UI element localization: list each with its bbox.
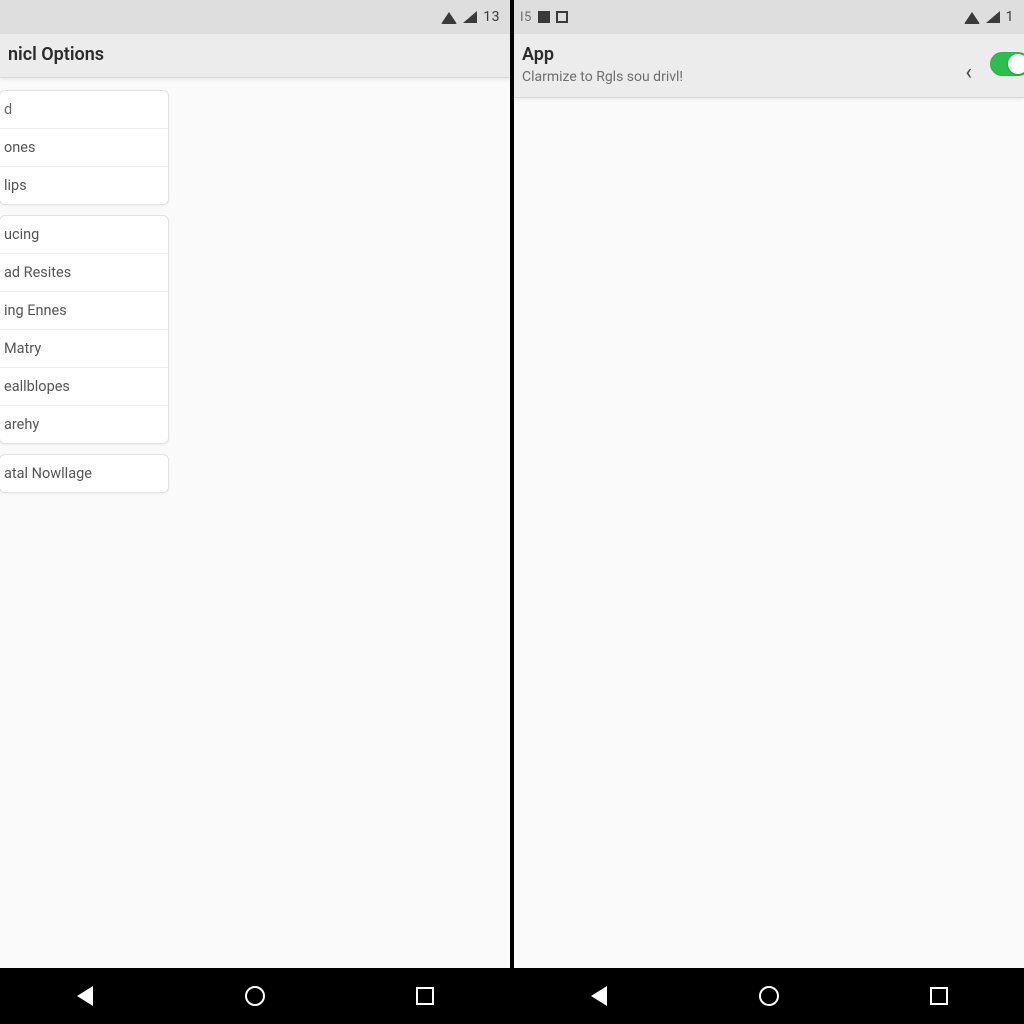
content-area[interactable] [514,98,1024,968]
app-bar: nicl Options [0,34,510,78]
notification-icon [556,11,568,23]
right-screenshot: I5 1 App Clarmize to Rgls sou drivl! ‹ [514,0,1024,1024]
settings-card: ucing ad Resites ing Ennes Matry eallblo… [0,215,169,444]
list-item[interactable]: ing Ennes [0,291,168,329]
wifi-icon [441,12,457,24]
status-icons: 1 [964,9,1014,25]
status-icons: 13 [441,9,500,25]
status-left: I5 [520,10,568,25]
status-clock: 13 [483,9,500,25]
list-item[interactable]: ad Resites [0,253,168,291]
navigation-bar [514,968,1024,1024]
notification-icon [538,11,550,23]
recents-square-icon [930,987,948,1005]
nav-recents-button[interactable] [403,974,447,1018]
status-bar: I5 1 [514,0,1024,34]
status-clock: 1 [1006,9,1014,25]
list-item[interactable]: d [0,91,168,128]
back-triangle-icon [77,986,93,1006]
master-toggle[interactable] [990,52,1024,76]
nav-back-button[interactable] [63,974,107,1018]
page-title: nicl Options [8,44,496,65]
app-bar: App Clarmize to Rgls sou drivl! ‹ [514,34,1024,98]
nav-home-button[interactable] [747,974,791,1018]
home-circle-icon [245,986,265,1006]
list-item[interactable]: ucing [0,216,168,253]
back-triangle-icon [591,986,607,1006]
home-circle-icon [759,986,779,1006]
list-item[interactable]: eallblopes [0,367,168,405]
status-left-text: I5 [520,10,532,25]
wifi-icon [964,12,980,24]
signal-icon [463,11,477,23]
list-item[interactable]: atal Nowllage [0,455,168,492]
content-area[interactable]: d ones lips ucing ad Resites ing Ennes M… [0,78,510,968]
signal-icon [986,11,1000,23]
status-bar: 13 [0,0,510,34]
nav-back-button[interactable] [577,974,621,1018]
navigation-bar [0,968,510,1024]
settings-card: atal Nowllage [0,454,169,493]
page-subtitle: Clarmize to Rgls sou drivl! [522,69,1010,85]
recents-square-icon [416,987,434,1005]
page-title: App [522,44,1010,65]
nav-recents-button[interactable] [917,974,961,1018]
list-item[interactable]: ones [0,128,168,166]
list-item[interactable]: Matry [0,329,168,367]
chevron-left-icon: ‹ [965,60,972,85]
list-item[interactable]: arehy [0,405,168,443]
list-item[interactable]: lips [0,166,168,204]
settings-card: d ones lips [0,90,169,205]
nav-home-button[interactable] [233,974,277,1018]
back-button[interactable]: ‹ [957,56,980,89]
left-screenshot: 13 nicl Options d ones lips ucing ad Res… [0,0,510,1024]
